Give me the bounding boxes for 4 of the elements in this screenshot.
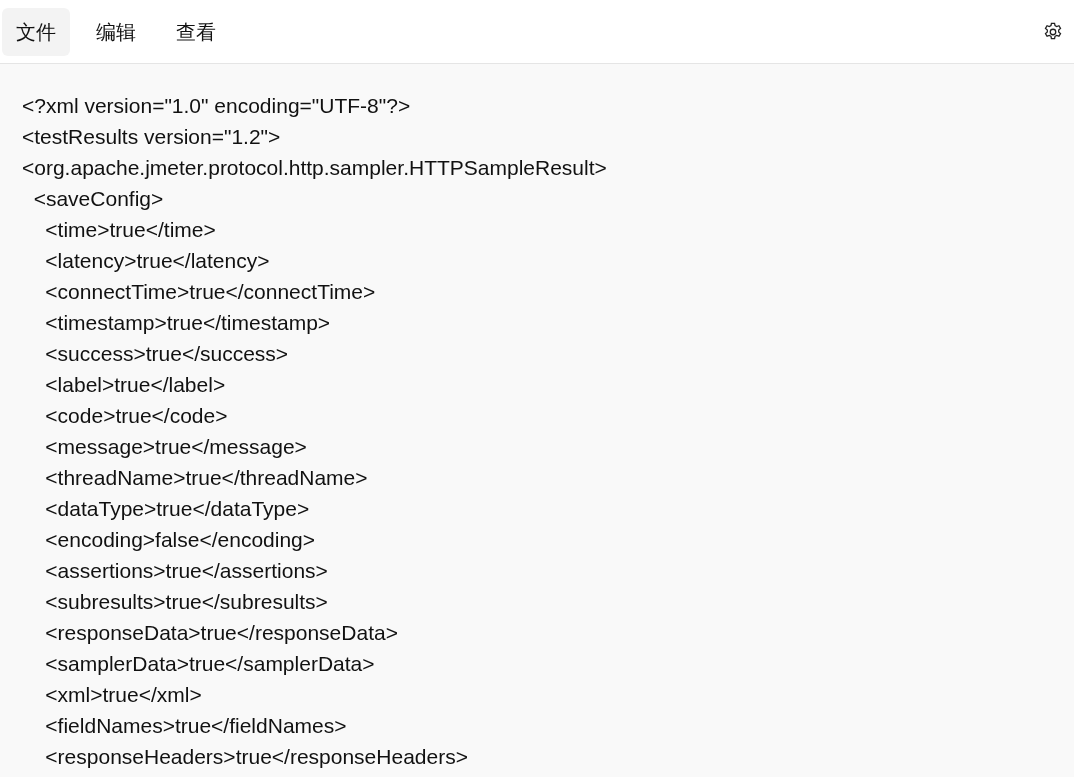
menu-item[interactable]: 文件: [2, 7, 70, 56]
menu-item[interactable]: 编辑: [82, 7, 150, 56]
text-editor[interactable]: <?xml version="1.0" encoding="UTF-8"?> <testResults version="1.2"> <org.apache.jmeter.protocol.http.sampler.HTTPSampleResult> <saveConfig> <time>true</time> <latency>true</latency> <connectTime>true</connectTime> <timestamp>true</timestamp> <success>true</success> <label>true</label> <code>true</code> <message>true</message> <threadName>true</threadName> <dataType>true</dataType> <encoding>false</encoding> <assertions>true</assertions> <subresults>true</subresults> <responseData>true</responseData> <samplerData>true</samplerData> <xml>true</xml> <fieldNames>true</fieldNames> <responseHeaders>true</responseHeaders>: [0, 64, 1074, 772]
menu-item[interactable]: 查看: [162, 7, 230, 56]
